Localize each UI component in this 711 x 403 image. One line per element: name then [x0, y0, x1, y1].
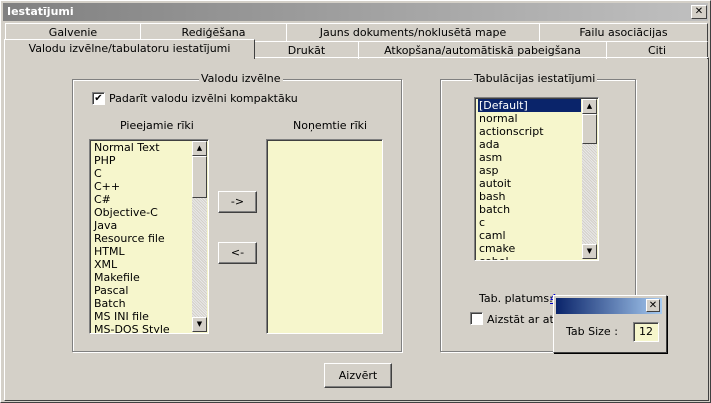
close-icon: ✕ [694, 6, 704, 17]
list-item[interactable]: bash [478, 190, 581, 203]
tab-failu-asociacijas[interactable]: Failu asociācijas [539, 23, 708, 41]
list-item[interactable]: Normal Text [93, 141, 191, 154]
popup-tab-size-label: Tab Size : [566, 325, 618, 338]
popup-close-button[interactable]: ✕ [646, 299, 660, 312]
close-button[interactable]: Aizvērt [324, 363, 392, 388]
tab-jauns-dokuments[interactable]: Jauns dokuments/noklusētā mape [286, 23, 540, 41]
list-item[interactable]: MS INI file [93, 310, 191, 323]
close-window-button[interactable]: ✕ [691, 5, 707, 19]
list-item[interactable]: C [93, 167, 191, 180]
window-title: Iestatījumi [7, 5, 74, 18]
list-item[interactable]: actionscript [478, 125, 581, 138]
list-item[interactable]: XML [93, 258, 191, 271]
popup-title-bar[interactable]: ✕ [556, 298, 662, 314]
scroll-down-icon[interactable]: ▼ [192, 317, 207, 332]
tab-list-scrollbar[interactable]: ▲ ▼ [582, 99, 597, 259]
list-item[interactable]: Makefile [93, 271, 191, 284]
list-item[interactable]: C# [93, 193, 191, 206]
list-item[interactable]: PHP [93, 154, 191, 167]
scroll-up-icon[interactable]: ▲ [192, 141, 207, 156]
list-item[interactable]: asm [478, 151, 581, 164]
popup-tab-size-input[interactable]: 12 [633, 322, 659, 342]
available-tools-header: Pieejamie rīki [120, 119, 194, 132]
list-item[interactable]: Pascal [93, 284, 191, 297]
tab-size-popup: ✕ Tab Size : 12 [553, 295, 667, 353]
list-item[interactable]: Objective-C [93, 206, 191, 219]
available-list-scrollbar[interactable]: ▲ ▼ [192, 141, 207, 332]
list-item[interactable]: cmake [478, 242, 581, 255]
tab-size-label: Tab. platums: [479, 292, 553, 305]
language-menu-legend: Valodu izvēlne [199, 72, 283, 85]
list-item[interactable]: [Default] [478, 99, 581, 112]
removed-tools-header: Noņemtie rīki [293, 119, 368, 132]
list-item[interactable]: Resource file [93, 232, 191, 245]
removed-tools-list[interactable] [266, 139, 383, 334]
scroll-thumb[interactable] [192, 156, 207, 198]
list-item[interactable]: normal [478, 112, 581, 125]
move-left-button[interactable]: <- [218, 242, 257, 264]
checkmark-icon: ✔ [94, 93, 103, 104]
list-item[interactable]: Java [93, 219, 191, 232]
scroll-up-icon[interactable]: ▲ [582, 99, 597, 114]
list-item[interactable]: Batch [93, 297, 191, 310]
list-item[interactable]: batch [478, 203, 581, 216]
list-item[interactable]: caml [478, 229, 581, 242]
settings-window: Iestatījumi ✕ Galvenie Rediģēšana Jauns … [0, 0, 711, 403]
close-icon: ✕ [648, 300, 658, 311]
list-item[interactable]: cobol [478, 255, 581, 260]
list-item[interactable]: asp [478, 164, 581, 177]
list-item[interactable]: MS-DOS Style [93, 323, 191, 333]
available-tools-list[interactable]: Normal Text PHP C C++ C# Objective-C Java Resou… [89, 139, 209, 334]
list-item[interactable]: ada [478, 138, 581, 151]
title-bar[interactable]: Iestatījumi ✕ [3, 3, 708, 21]
list-item[interactable]: c [478, 216, 581, 229]
list-item[interactable]: HTML [93, 245, 191, 258]
language-tab-list[interactable]: [Default] normal actionscript ada asm asp auto… [474, 97, 599, 261]
tab-valodu-izvelne[interactable]: Valodu izvēlne/tabulatoru iestatījumi [4, 39, 255, 59]
compact-menu-label: Padarīt valodu izvēlni kompaktāku [109, 92, 298, 105]
list-item[interactable]: autoit [478, 177, 581, 190]
tab-settings-legend: Tabulācijas iestatījumi [472, 72, 598, 85]
replace-with-spaces-checkbox[interactable] [470, 312, 483, 325]
compact-menu-checkbox[interactable]: ✔ [92, 92, 105, 105]
scroll-down-icon[interactable]: ▼ [582, 244, 597, 259]
scroll-thumb[interactable] [582, 114, 597, 144]
move-right-button[interactable]: -> [218, 191, 257, 213]
list-item[interactable]: C++ [93, 180, 191, 193]
